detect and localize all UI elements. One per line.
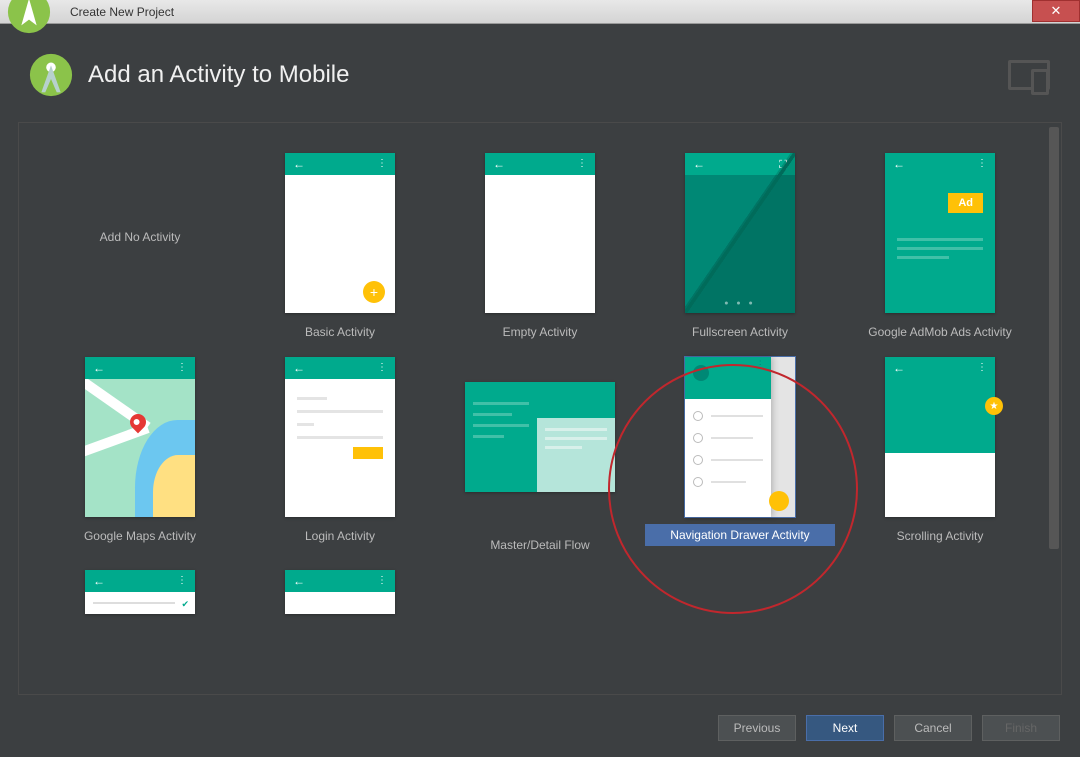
android-studio-icon <box>6 0 52 35</box>
cancel-button[interactable]: Cancel <box>894 715 972 741</box>
back-arrow-icon: ← <box>893 361 905 375</box>
previous-button[interactable]: Previous <box>718 715 796 741</box>
titlebar: Create New Project ✕ <box>0 0 1080 24</box>
tile-label: Google AdMob Ads Activity <box>868 325 1011 339</box>
finish-button[interactable]: Finish <box>982 715 1060 741</box>
login-button-icon <box>353 447 383 459</box>
activity-tile-maps[interactable]: ←⋮ Google Maps Activity <box>45 357 235 552</box>
vertical-scrollbar[interactable] <box>1049 127 1059 690</box>
scroll-area[interactable]: Add No Activity ←⋮ + Basic Activity ←⋮ E… <box>19 123 1061 694</box>
fab-icon <box>769 491 789 511</box>
activity-tile-master-detail[interactable]: Master/Detail Flow <box>445 357 635 552</box>
tile-label: Master/Detail Flow <box>490 538 589 552</box>
menu-dots-icon: ⋮ <box>577 162 587 166</box>
page-title: Add an Activity to Mobile <box>88 61 349 89</box>
window-title: Create New Project <box>70 5 174 19</box>
activity-tile-partial-2[interactable]: ←⋮ <box>245 570 435 626</box>
tile-preview: ←⋮ ★ <box>885 357 995 517</box>
menu-dots-icon: ⋮ <box>377 366 387 370</box>
activity-tile-navigation-drawer[interactable]: ⋮ Navigation Drawer Activity <box>645 357 835 552</box>
tile-label: Basic Activity <box>305 325 375 339</box>
tile-preview: ← ⋮ + <box>285 153 395 313</box>
star-icon: ★ <box>985 397 1003 415</box>
close-button[interactable]: ✕ <box>1032 0 1080 22</box>
activity-tile-admob[interactable]: ← ⋮ Ad Google AdMob Ads Activity <box>845 153 1035 339</box>
tile-preview: ⋮ <box>685 357 795 517</box>
tile-label: Empty Activity <box>503 325 578 339</box>
menu-dots-icon: ⋮ <box>377 579 387 583</box>
tile-preview: ←⋮ <box>85 357 195 517</box>
activity-tile-login[interactable]: ←⋮ Login Activity <box>245 357 435 552</box>
activity-tile-empty[interactable]: ←⋮ Empty Activity <box>445 153 635 339</box>
tile-preview <box>465 382 615 492</box>
back-arrow-icon: ← <box>93 574 105 588</box>
back-arrow-icon: ← <box>293 157 305 171</box>
tile-label: Google Maps Activity <box>84 529 196 543</box>
tile-label: Login Activity <box>305 529 375 543</box>
activity-tile-basic[interactable]: ← ⋮ + Basic Activity <box>245 153 435 339</box>
next-button[interactable]: Next <box>806 715 884 741</box>
scrollbar-thumb[interactable] <box>1049 127 1059 549</box>
fab-icon: + <box>363 281 385 303</box>
menu-dots-icon: ⋮ <box>756 362 765 366</box>
tile-preview: ←⋮ <box>285 357 395 517</box>
android-studio-logo <box>28 52 74 98</box>
activity-tile-fullscreen[interactable]: ← ⛶ ● ● ● Fullscreen Activity <box>645 153 835 339</box>
device-icon <box>1008 60 1050 90</box>
tile-preview: ← ⋮ ✔ <box>85 570 195 614</box>
checkmark-icon: ✔ <box>181 599 189 610</box>
tile-label: Add No Activity <box>100 230 181 244</box>
pager-dots-icon: ● ● ● <box>685 300 795 307</box>
activity-tile-partial-1[interactable]: ← ⋮ ✔ <box>45 570 235 626</box>
tile-preview: ← ⛶ ● ● ● <box>685 153 795 313</box>
back-arrow-icon: ← <box>493 157 505 171</box>
menu-dots-icon: ⋮ <box>177 366 187 370</box>
back-arrow-icon: ← <box>293 361 305 375</box>
window-body: Add an Activity to Mobile Add No Activit… <box>0 24 1080 757</box>
back-arrow-icon: ← <box>293 574 305 588</box>
menu-dots-icon: ⋮ <box>177 579 187 583</box>
tile-preview: ←⋮ <box>485 153 595 313</box>
tile-label: Scrolling Activity <box>897 529 984 543</box>
menu-dots-icon: ⋮ <box>977 366 987 370</box>
tile-label: Navigation Drawer Activity <box>645 524 835 546</box>
header: Add an Activity to Mobile <box>0 24 1080 122</box>
back-arrow-icon: ← <box>893 157 905 171</box>
tile-label: Fullscreen Activity <box>692 325 788 339</box>
activity-grid: Add No Activity ←⋮ + Basic Activity ←⋮ E… <box>19 123 1061 656</box>
menu-dots-icon: ⋮ <box>377 162 387 166</box>
activity-gallery: Add No Activity ←⋮ + Basic Activity ←⋮ E… <box>18 122 1062 695</box>
menu-dots-icon: ⋮ <box>977 162 987 166</box>
ad-badge: Ad <box>948 193 983 213</box>
close-icon: ✕ <box>1051 3 1062 19</box>
wizard-footer: Previous Next Cancel Finish <box>0 703 1080 757</box>
activity-tile-scrolling[interactable]: ← ⋮ ★ Scrolling Activity <box>845 357 1035 552</box>
back-arrow-icon: ← <box>93 361 105 375</box>
activity-tile-add-no-activity[interactable]: Add No Activity <box>45 153 235 339</box>
tile-preview: ←⋮ <box>285 570 395 614</box>
tile-preview: ← ⋮ Ad <box>885 153 995 313</box>
